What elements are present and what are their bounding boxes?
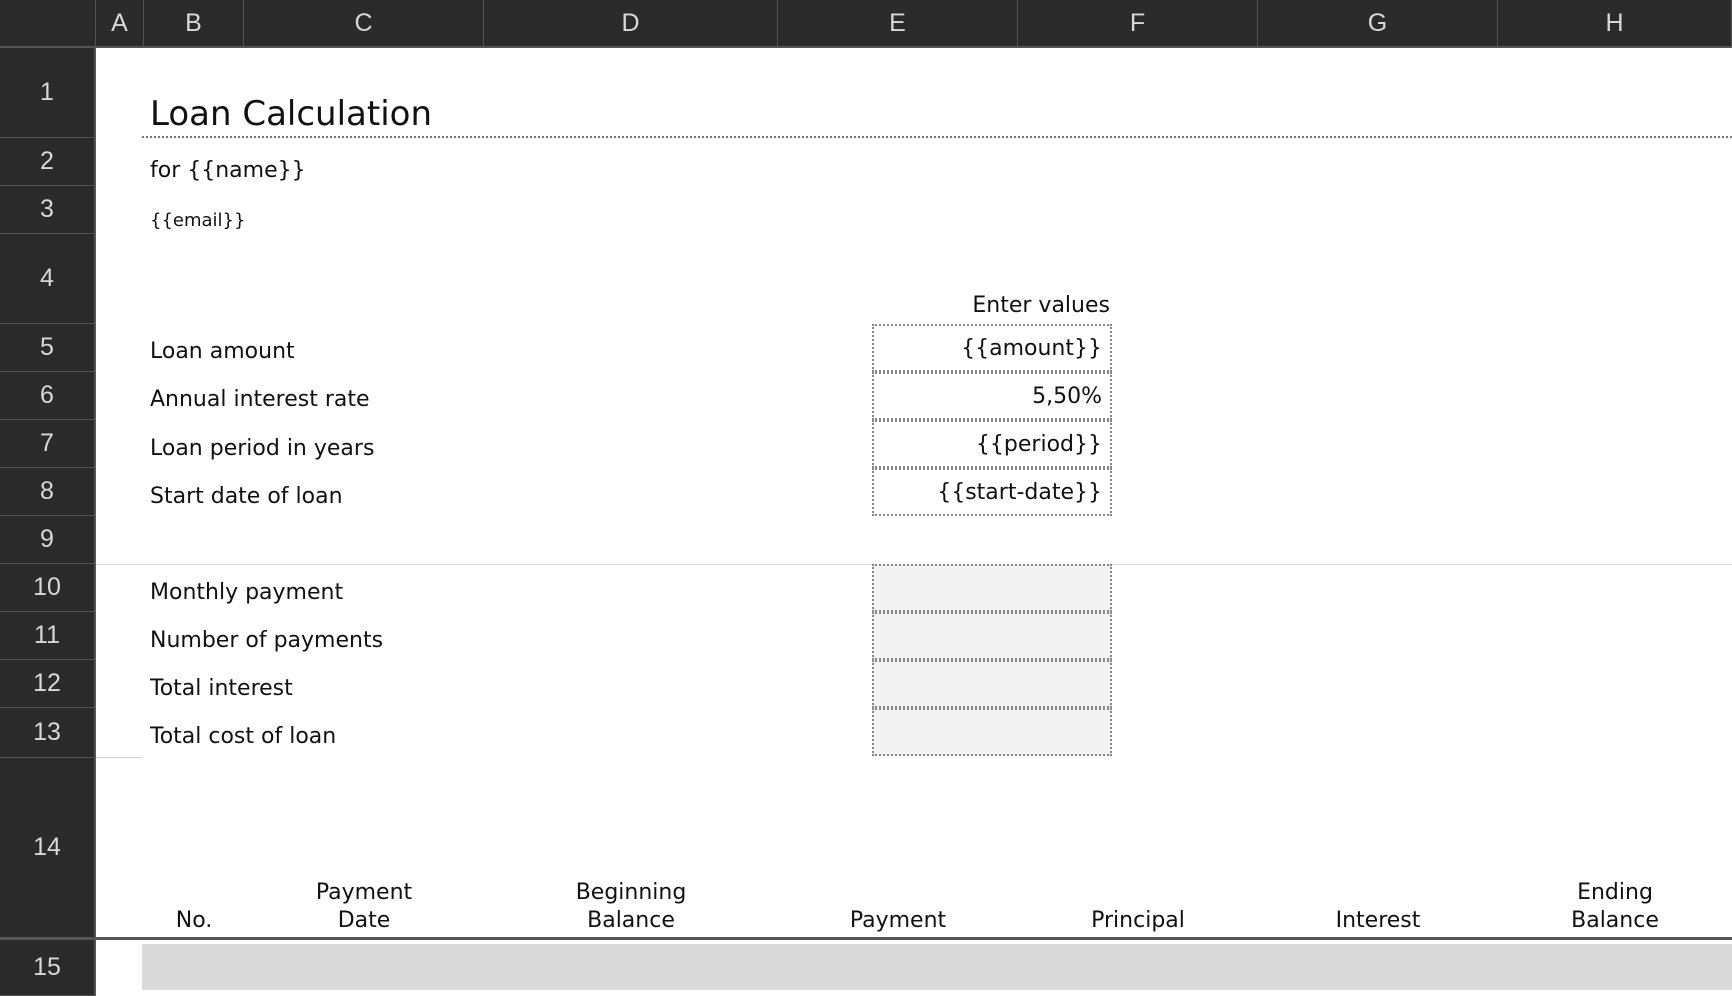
sheet-area[interactable]: Loan Calculation for {{name}} {{email}} … <box>96 48 1732 996</box>
header-payment-date: Payment Date <box>315 880 413 933</box>
sheet-title: Loan Calculation <box>150 94 433 134</box>
number-of-payments-value[interactable] <box>872 612 1112 660</box>
row-header-7[interactable]: 7 <box>0 420 96 468</box>
column-header-a[interactable]: A <box>96 0 144 48</box>
loan-period-label: Loan period in years <box>150 436 375 461</box>
number-of-payments-label: Number of payments <box>150 628 384 653</box>
header-payment: Payment <box>849 908 947 933</box>
payment-table-header: No. Payment Date Beginning Balance Payme… <box>96 830 1732 940</box>
total-cost-label: Total cost of loan <box>150 724 337 749</box>
row-header-9[interactable]: 9 <box>0 516 96 564</box>
enter-values-label: Enter values <box>972 293 1110 318</box>
start-date-input[interactable]: {{start-date}} <box>872 468 1112 516</box>
total-cost-value[interactable] <box>872 708 1112 756</box>
row-header-6[interactable]: 6 <box>0 372 96 420</box>
row-header-4[interactable]: 4 <box>0 234 96 324</box>
column-header-b[interactable]: B <box>144 0 244 48</box>
row-header-8[interactable]: 8 <box>0 468 96 516</box>
column-header-c[interactable]: C <box>244 0 484 48</box>
column-header-d[interactable]: D <box>484 0 778 48</box>
monthly-payment-label: Monthly payment <box>150 580 344 605</box>
loan-amount-input[interactable]: {{amount}} <box>872 324 1112 372</box>
header-interest: Interest <box>1335 908 1421 933</box>
row13-bottom-rule <box>96 757 142 758</box>
row-header-3[interactable]: 3 <box>0 186 96 234</box>
select-all-corner[interactable] <box>0 0 96 48</box>
row-header-1[interactable]: 1 <box>0 48 96 138</box>
column-header-g[interactable]: G <box>1258 0 1498 48</box>
loan-amount-label: Loan amount <box>150 339 295 364</box>
interest-rate-input[interactable]: 5,50% <box>872 372 1112 420</box>
column-header-h[interactable]: H <box>1498 0 1732 48</box>
email-placeholder: {{email}} <box>150 210 246 231</box>
row-header-12[interactable]: 12 <box>0 660 96 708</box>
header-ending-balance: Ending Balance <box>1571 880 1659 933</box>
total-interest-label: Total interest <box>150 676 293 701</box>
interest-rate-label: Annual interest rate <box>150 387 370 412</box>
row-header-5[interactable]: 5 <box>0 324 96 372</box>
header-no: No. <box>175 908 213 933</box>
row-header-11[interactable]: 11 <box>0 612 96 660</box>
start-date-label: Start date of loan <box>150 484 343 509</box>
total-interest-value[interactable] <box>872 660 1112 708</box>
header-beginning-balance: Beginning Balance <box>575 880 687 933</box>
row-header-13[interactable]: 13 <box>0 708 96 758</box>
row-header-15[interactable]: 15 <box>0 940 96 996</box>
column-header-f[interactable]: F <box>1018 0 1258 48</box>
monthly-payment-value[interactable] <box>872 564 1112 612</box>
loan-period-input[interactable]: {{period}} <box>872 420 1112 468</box>
title-divider <box>142 136 1732 138</box>
row-header-14[interactable]: 14 <box>0 758 96 940</box>
header-principal: Principal <box>1091 908 1185 933</box>
name-placeholder: for {{name}} <box>150 158 306 183</box>
row-header-10[interactable]: 10 <box>0 564 96 612</box>
row-header-2[interactable]: 2 <box>0 138 96 186</box>
column-header-e[interactable]: E <box>778 0 1018 48</box>
table-row[interactable] <box>142 944 1732 990</box>
spreadsheet-grid: A B C D E F G H 1 2 3 4 5 6 7 8 9 10 11 … <box>0 0 1732 996</box>
